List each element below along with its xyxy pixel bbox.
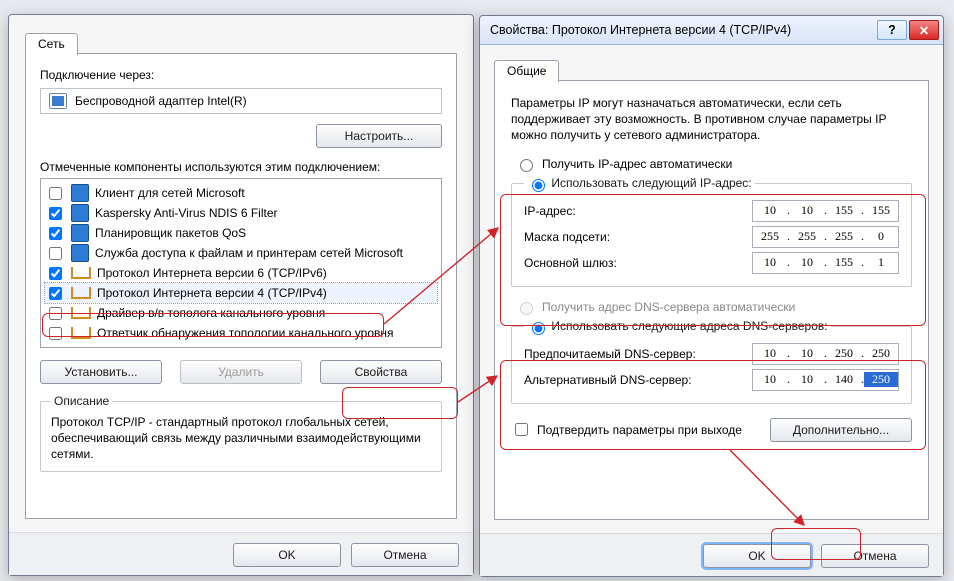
radio-dns-manual[interactable]	[532, 322, 545, 335]
advanced-button[interactable]: Дополнительно...	[770, 418, 912, 442]
ipv4-props-window: Свойства: Протокол Интернета версии 4 (T…	[479, 15, 944, 577]
ip-address-label: IP-адрес:	[524, 204, 576, 218]
component-item-2[interactable]: Планировщик пакетов QoS	[45, 223, 437, 243]
component-checkbox[interactable]	[49, 187, 62, 200]
description-text: Протокол TCP/IP - стандартный протокол г…	[51, 414, 431, 463]
component-checkbox[interactable]	[49, 287, 62, 300]
radio-ip-auto[interactable]	[520, 159, 533, 172]
component-label: Ответчик обнаружения топологии канальног…	[97, 326, 394, 340]
subnet-mask-label: Маска подсети:	[524, 230, 610, 244]
component-item-3[interactable]: Служба доступа к файлам и принтерам сете…	[45, 243, 437, 263]
radio-dns-auto-label: Получить адрес DNS-сервера автоматически	[542, 300, 795, 314]
component-label: Клиент для сетей Microsoft	[95, 186, 245, 200]
validate-on-exit-checkbox[interactable]	[515, 423, 528, 436]
adapter-field[interactable]: Беспроводной адаптер Intel(R)	[40, 88, 442, 114]
description-group: Описание Протокол TCP/IP - стандартный п…	[40, 394, 442, 472]
ip-address-input[interactable]: 10.10.155.155	[752, 200, 899, 222]
component-item-5[interactable]: Протокол Интернета версии 4 (TCP/IPv4)	[45, 283, 437, 303]
description-group-legend: Описание	[51, 394, 112, 408]
component-item-7[interactable]: Ответчик обнаружения топологии канальног…	[45, 323, 437, 343]
ipv4-window-title: Свойства: Протокол Интернета версии 4 (T…	[490, 23, 791, 37]
component-label: Протокол Интернета версии 6 (TCP/IPv6)	[97, 266, 327, 280]
radio-ip-auto-label: Получить IP-адрес автоматически	[542, 157, 732, 171]
tab-network[interactable]: Сеть	[25, 33, 78, 55]
component-item-0[interactable]: Клиент для сетей Microsoft	[45, 183, 437, 203]
component-checkbox[interactable]	[49, 307, 62, 320]
service-icon	[71, 244, 89, 262]
manual-dns-group: Использовать следующие адреса DNS-сервер…	[511, 319, 912, 404]
connect-via-label: Подключение через:	[40, 68, 442, 82]
components-list[interactable]: Клиент для сетей Microsoft Kaspersky Anti…	[40, 178, 442, 348]
alternate-dns-label: Альтернативный DNS-сервер:	[524, 373, 692, 387]
component-checkbox[interactable]	[49, 267, 62, 280]
help-button[interactable]: ?	[877, 20, 907, 40]
component-checkbox[interactable]	[49, 227, 62, 240]
connector-icon	[71, 307, 91, 319]
ipv4-intro-text: Параметры IP могут назначаться автоматич…	[511, 95, 912, 144]
win2-cancel-button[interactable]: Отмена	[821, 544, 929, 568]
alternate-dns-input[interactable]: 10.10.140.250	[752, 369, 899, 391]
radio-ip-manual-label: Использовать следующий IP-адрес:	[551, 176, 751, 190]
component-item-6[interactable]: Драйвер в/в тополога канального уровня	[45, 303, 437, 323]
component-checkbox[interactable]	[49, 327, 62, 340]
gateway-label: Основной шлюз:	[524, 256, 617, 270]
validate-on-exit-label: Подтвердить параметры при выходе	[537, 423, 742, 437]
preferred-dns-label: Предпочитаемый DNS-сервер:	[524, 347, 696, 361]
subnet-mask-input[interactable]: 255.255.255.0	[752, 226, 899, 248]
adapter-name: Беспроводной адаптер Intel(R)	[75, 94, 247, 108]
component-item-1[interactable]: Kaspersky Anti-Virus NDIS 6 Filter	[45, 203, 437, 223]
component-label: Служба доступа к файлам и принтерам сете…	[95, 246, 403, 260]
radio-dns-auto	[520, 302, 533, 315]
properties-button[interactable]: Свойства	[320, 360, 442, 384]
component-item-4[interactable]: Протокол Интернета версии 6 (TCP/IPv6)	[45, 263, 437, 283]
tab-general[interactable]: Общие	[494, 60, 559, 82]
components-label: Отмеченные компоненты используются этим …	[40, 160, 442, 174]
preferred-dns-input[interactable]: 10.10.250.250	[752, 343, 899, 365]
manual-ip-group: Использовать следующий IP-адрес: IP-адре…	[511, 176, 912, 287]
radio-ip-manual[interactable]	[532, 179, 545, 192]
component-label: Драйвер в/в тополога канального уровня	[97, 306, 325, 320]
component-label: Протокол Интернета версии 4 (TCP/IPv4)	[97, 286, 327, 300]
connection-props-window: Сеть Подключение через: Беспроводной ада…	[8, 14, 474, 576]
radio-dns-manual-label: Использовать следующие адреса DNS-сервер…	[551, 319, 827, 333]
connector-icon	[71, 267, 91, 279]
service-icon	[71, 204, 89, 222]
win1-ok-button[interactable]: OK	[233, 543, 341, 567]
component-label: Kaspersky Anti-Virus NDIS 6 Filter	[95, 206, 278, 220]
win2-ok-button[interactable]: OK	[703, 544, 811, 568]
configure-button[interactable]: Настроить...	[316, 124, 442, 148]
close-button[interactable]: ✕	[909, 20, 939, 40]
install-button[interactable]: Установить...	[40, 360, 162, 384]
connector-icon	[71, 327, 91, 339]
component-label: Планировщик пакетов QoS	[95, 226, 246, 240]
win1-cancel-button[interactable]: Отмена	[351, 543, 459, 567]
component-checkbox[interactable]	[49, 207, 62, 220]
adapter-icon	[49, 93, 67, 109]
connector-icon	[71, 287, 91, 299]
service-icon	[71, 224, 89, 242]
gateway-input[interactable]: 10.10.155.1	[752, 252, 899, 274]
service-icon	[71, 184, 89, 202]
component-checkbox[interactable]	[49, 247, 62, 260]
remove-button: Удалить	[180, 360, 302, 384]
